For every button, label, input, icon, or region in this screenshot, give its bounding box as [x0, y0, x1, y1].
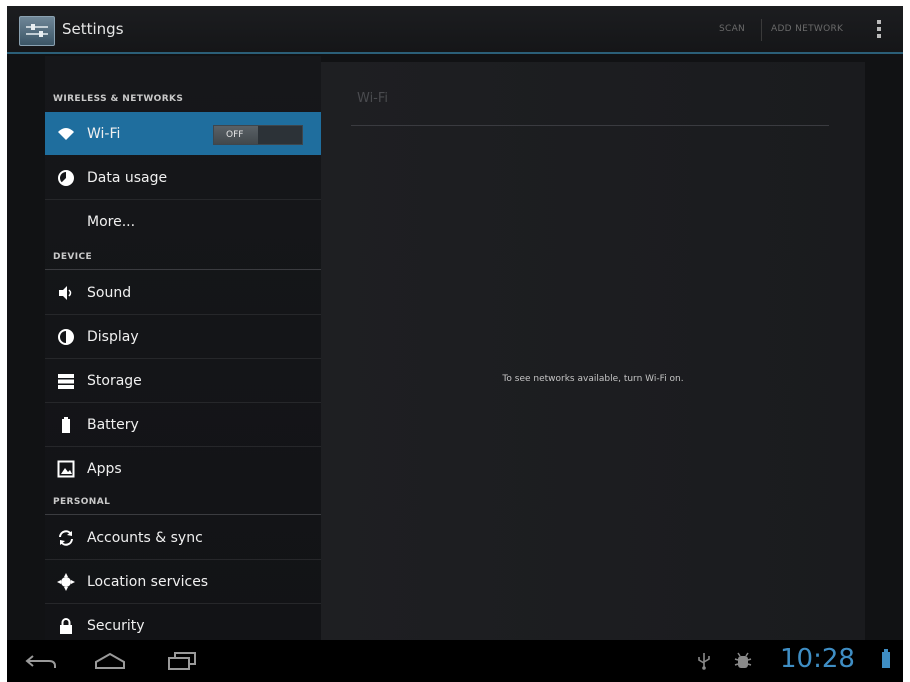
usb-icon [698, 653, 710, 670]
detail-title: Wi-Fi [357, 91, 389, 106]
settings-item-battery[interactable]: Battery [45, 403, 321, 447]
wifi-toggle-state: OFF [214, 126, 258, 144]
settings-item-wifi[interactable]: Wi-Fi OFF [45, 112, 321, 155]
back-icon[interactable] [25, 650, 57, 672]
settings-item-apps[interactable]: Apps [45, 447, 321, 490]
settings-item-accounts-sync[interactable]: Accounts & sync [45, 516, 321, 560]
settings-item-label: Wi-Fi [87, 126, 121, 142]
settings-item-label: Display [87, 329, 139, 345]
section-header-device: DEVICE [53, 252, 93, 262]
action-bar-divider [761, 19, 762, 41]
wifi-icon [58, 128, 74, 140]
wifi-toggle[interactable]: OFF [213, 125, 303, 145]
settings-item-data-usage[interactable]: Data usage [45, 156, 321, 200]
settings-item-label: Location services [87, 574, 209, 590]
recent-apps-icon[interactable] [165, 650, 199, 672]
sound-icon [59, 286, 72, 300]
home-icon[interactable] [93, 650, 127, 672]
apps-icon [57, 460, 75, 478]
battery-status-icon [882, 649, 890, 668]
empty-state-message: To see networks available, turn Wi-Fi on… [502, 374, 684, 384]
settings-item-more[interactable]: More... [45, 200, 321, 243]
display-icon [58, 329, 74, 345]
wifi-detail-pane: Wi-Fi To see networks available, turn Wi… [321, 62, 865, 640]
settings-item-storage[interactable]: Storage [45, 359, 321, 403]
settings-item-label: Storage [87, 373, 142, 389]
settings-item-label: Security [87, 618, 145, 634]
sync-icon [59, 530, 73, 546]
lock-icon [60, 618, 72, 634]
action-bar: Settings SCAN ADD NETWORK [7, 6, 903, 54]
debug-icon [734, 652, 752, 668]
settings-item-label: More... [87, 214, 136, 230]
status-clock: 10:28 [780, 644, 855, 674]
section-header-personal: PERSONAL [53, 497, 111, 507]
location-icon [57, 573, 75, 591]
battery-icon [62, 417, 70, 433]
settings-item-label: Accounts & sync [87, 530, 203, 546]
settings-item-label: Battery [87, 417, 139, 433]
overflow-menu-icon[interactable] [875, 20, 883, 42]
settings-item-display[interactable]: Display [45, 315, 321, 359]
tablet-screen: Settings SCAN ADD NETWORK WIRELESS & NET… [7, 6, 903, 682]
data-usage-icon [58, 170, 74, 186]
settings-item-label: Apps [87, 461, 122, 477]
settings-item-label: Data usage [87, 170, 168, 186]
scan-button[interactable]: SCAN [719, 24, 745, 34]
settings-app-icon[interactable] [19, 16, 55, 46]
section-divider [45, 514, 321, 515]
settings-list: WIRELESS & NETWORKS Wi-Fi OFF Data usage… [45, 56, 321, 640]
detail-divider [351, 125, 829, 126]
section-divider [45, 269, 321, 270]
system-navigation-bar: 10:28 [7, 640, 903, 682]
storage-icon [58, 374, 74, 389]
settings-item-security[interactable]: Security [45, 604, 321, 640]
settings-item-location[interactable]: Location services [45, 560, 321, 604]
settings-item-sound[interactable]: Sound [45, 271, 321, 315]
section-header-wireless: WIRELESS & NETWORKS [53, 94, 184, 104]
add-network-button[interactable]: ADD NETWORK [771, 24, 843, 34]
app-title: Settings [62, 20, 124, 38]
settings-item-label: Sound [87, 285, 132, 301]
